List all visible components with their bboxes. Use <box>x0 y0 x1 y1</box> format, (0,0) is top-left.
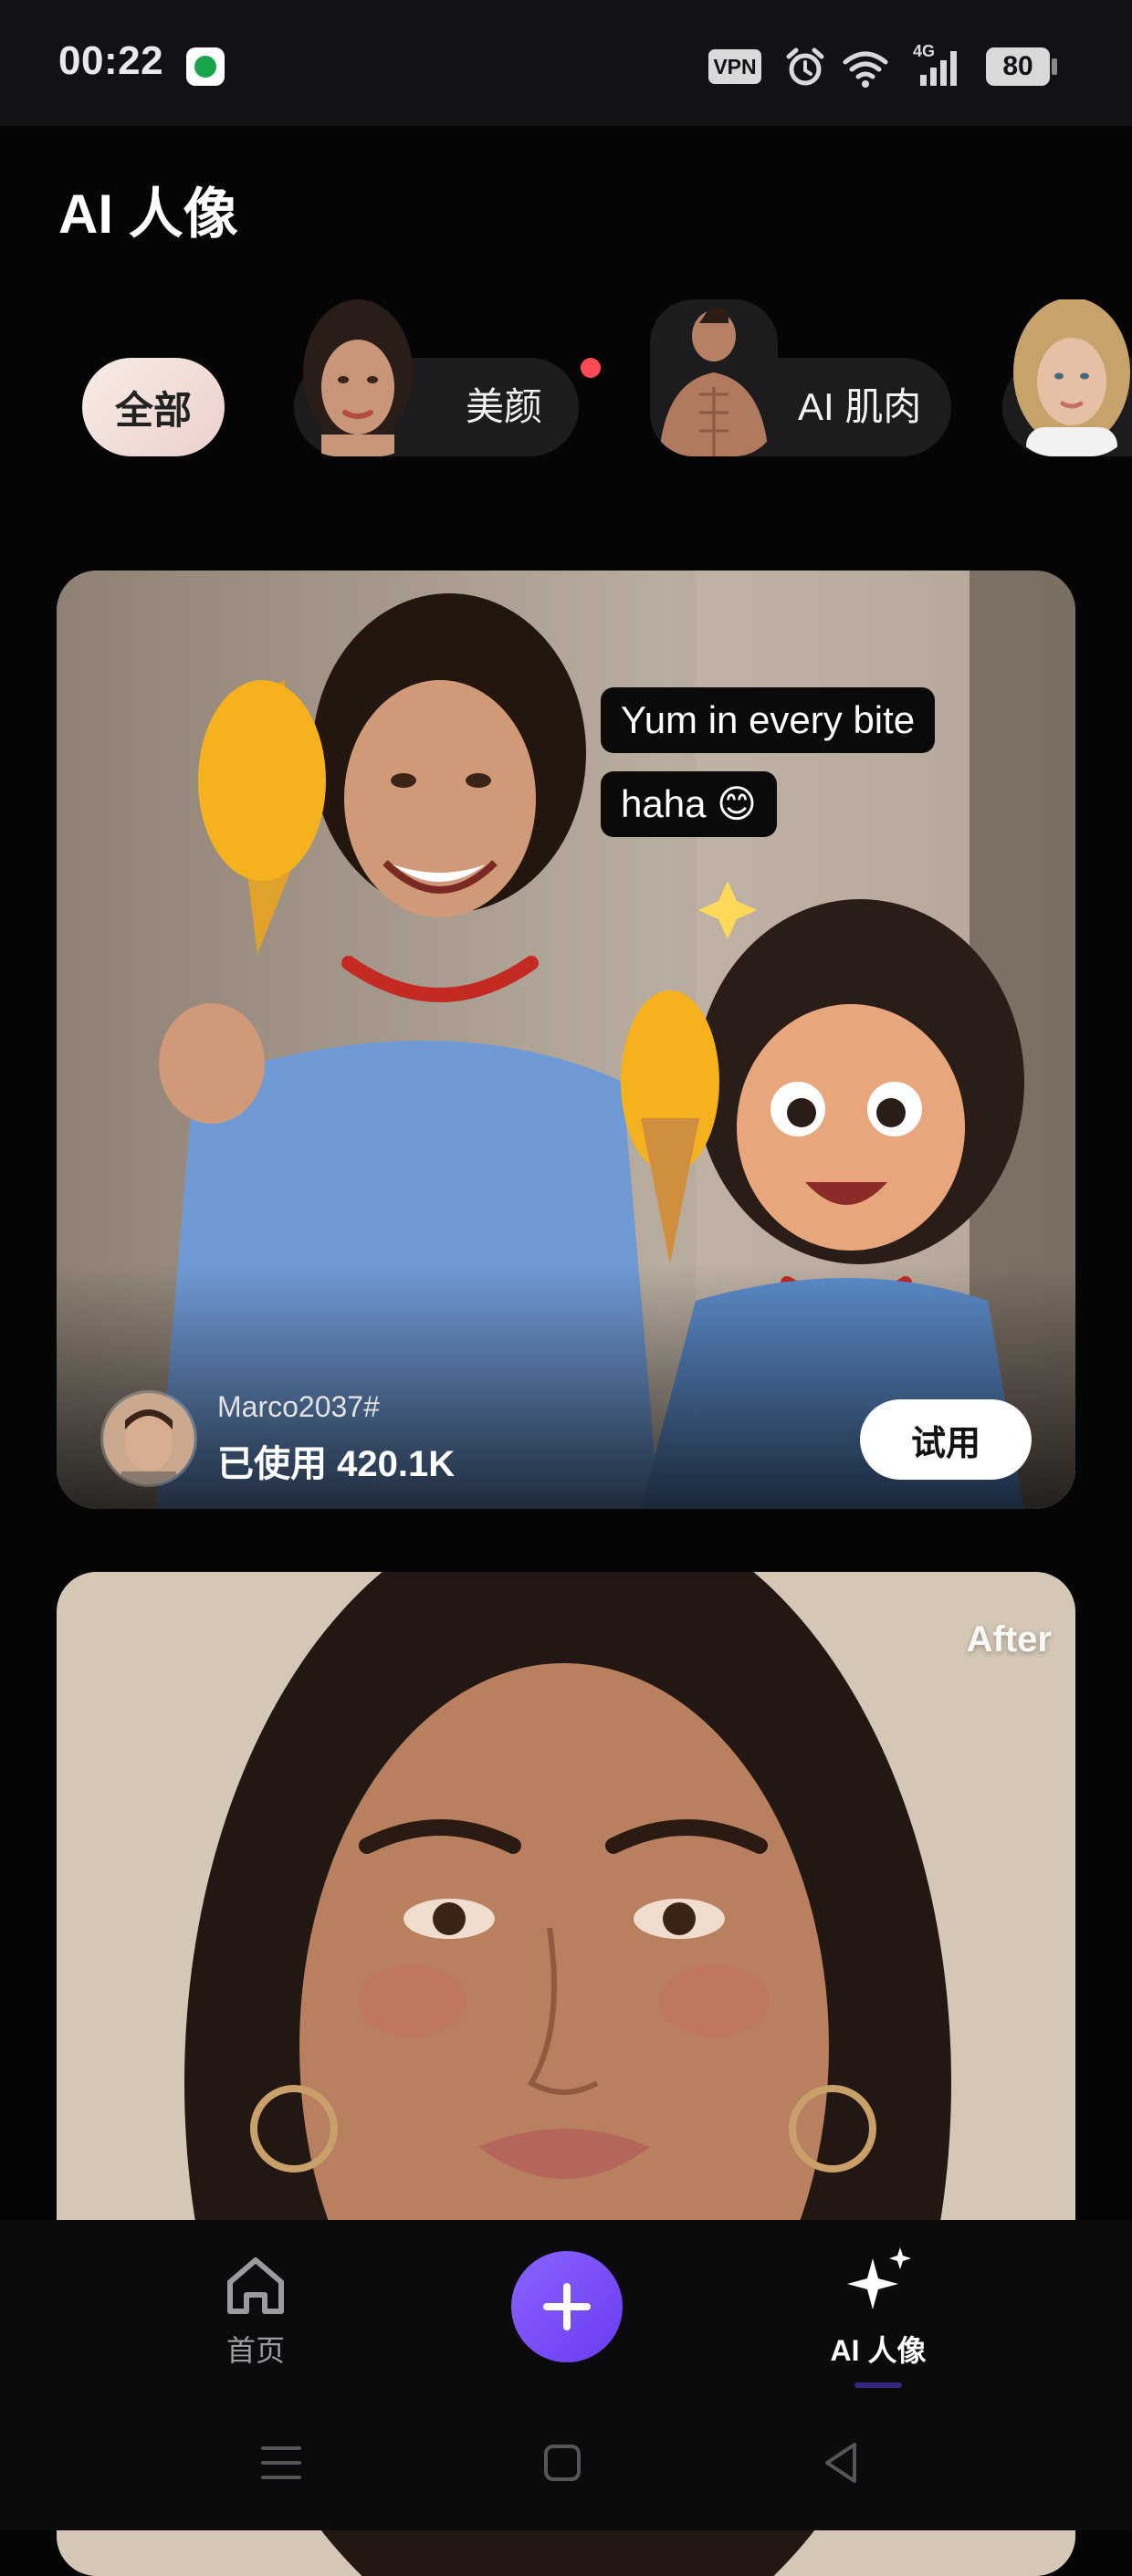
category-chip-all[interactable]: 全部 <box>82 358 225 456</box>
portrait-avatar <box>1010 299 1132 456</box>
category-chip-ai-muscle[interactable]: AI 肌肉 <box>650 299 951 456</box>
new-dot-badge <box>581 358 601 378</box>
vpn-icon: VPN <box>708 49 761 84</box>
category-chip-beauty[interactable]: 美颜 <box>294 299 579 456</box>
category-chip-partial[interactable] <box>1002 299 1132 456</box>
home-icon <box>227 2257 284 2314</box>
caption-bubble: haha 😊 <box>601 771 777 837</box>
page-title: AI 人像 <box>58 183 238 245</box>
template-card[interactable]: Yum in every bite haha 😊 Marco2037# 已使用 … <box>57 571 1075 1509</box>
caption-bubble: Yum in every bite <box>601 687 936 753</box>
alarm-icon <box>786 47 824 86</box>
create-button[interactable] <box>511 2251 623 2362</box>
active-tab-indicator <box>854 2382 902 2388</box>
muscle-avatar <box>650 299 778 456</box>
sparkle-icon <box>847 2247 911 2309</box>
status-time: 00:22 <box>58 38 164 83</box>
signal-icon <box>920 51 957 86</box>
nav-home-label: 首页 <box>225 2334 285 2367</box>
wifi-icon <box>843 51 888 88</box>
creator-name: Marco2037# <box>217 1390 380 1423</box>
creator-avatar[interactable] <box>100 1390 197 1487</box>
battery-tip <box>1052 58 1057 75</box>
try-button[interactable]: 试用 <box>860 1399 1032 1480</box>
plus-icon <box>543 2283 591 2330</box>
category-chip-label: 美颜 <box>466 385 543 428</box>
category-chip-label: AI 肌肉 <box>798 385 922 428</box>
nav-ai-portrait-label: AI 人像 <box>830 2334 927 2367</box>
after-label: After <box>966 1619 1052 1660</box>
usage-count: 已使用 420.1K <box>217 1444 456 1484</box>
home-square-icon[interactable] <box>535 2435 590 2490</box>
menu-icon[interactable] <box>254 2435 309 2490</box>
battery-indicator: 80 <box>986 47 1050 86</box>
beauty-avatar <box>294 299 422 456</box>
back-icon[interactable] <box>814 2435 869 2490</box>
app-notification-icon <box>186 47 225 86</box>
